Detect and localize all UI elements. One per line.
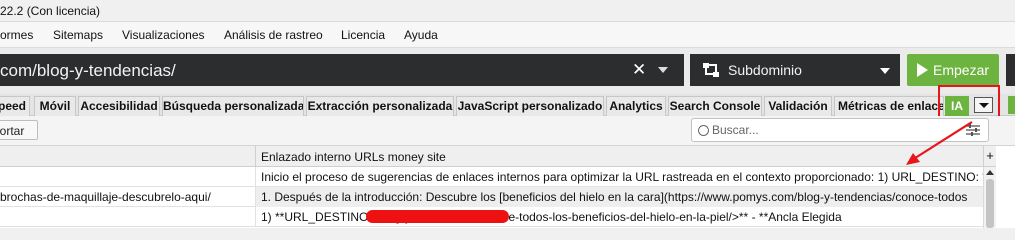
tab-accesibilidad[interactable]: Accesibilidad bbox=[78, 96, 160, 116]
scroll-up-icon[interactable] bbox=[986, 170, 994, 175]
url-input[interactable]: com/blog-y-tendencias/ ✕ bbox=[0, 54, 684, 86]
export-button[interactable]: portar bbox=[0, 120, 38, 140]
menu-item-informes[interactable]: ormes bbox=[0, 28, 33, 42]
close-icon[interactable]: ✕ bbox=[632, 60, 646, 80]
highlight-box bbox=[938, 85, 1000, 119]
stop-button-edge[interactable] bbox=[1006, 54, 1015, 86]
report-tab-bar: peed Móvil Accesibilidad Búsqueda person… bbox=[0, 94, 1015, 116]
tab-busqueda-personalizada[interactable]: Búsqueda personalizada bbox=[162, 96, 304, 116]
window-title: 22.2 (Con licencia) bbox=[0, 4, 101, 18]
tab-extraccion-personalizada[interactable]: Extracción personalizada bbox=[306, 96, 454, 116]
url-text[interactable]: com/blog-y-tendencias/ bbox=[0, 61, 176, 81]
start-button[interactable]: Empezar bbox=[907, 54, 999, 86]
crawl-mode-select[interactable]: Subdominio bbox=[690, 54, 900, 86]
redaction-mark bbox=[366, 210, 509, 223]
side-panel-tab[interactable] bbox=[1008, 96, 1015, 114]
tab-movil[interactable]: Móvil bbox=[34, 96, 76, 116]
tab-javascript-personalizado[interactable]: JavaScript personalizado bbox=[456, 96, 604, 116]
export-button-label: portar bbox=[0, 124, 25, 138]
tab-validacion[interactable]: Validación bbox=[764, 96, 832, 116]
menu-item-licencia[interactable]: Licencia bbox=[341, 28, 385, 42]
start-button-label: Empezar bbox=[933, 62, 990, 78]
table-cell: Inicio el proceso de sugerencias de enla… bbox=[256, 167, 983, 187]
window-titlebar: 22.2 (Con licencia) bbox=[0, 0, 1015, 22]
crawl-mode-label: Subdominio bbox=[728, 62, 802, 78]
menu-item-sitemaps[interactable]: Sitemaps bbox=[53, 28, 103, 42]
menu-bar: ormes Sitemaps Visualizaciones Análisis … bbox=[0, 22, 1015, 48]
url-toolbar: com/blog-y-tendencias/ ✕ Subdominio Empe… bbox=[0, 48, 1015, 94]
scrollbar-thumb[interactable] bbox=[986, 179, 994, 228]
menu-item-ayuda[interactable]: Ayuda bbox=[404, 28, 438, 42]
vertical-scrollbar[interactable] bbox=[983, 167, 996, 228]
table-cell-address: brochas-de-maquillaje-descubrelo-aqui/ bbox=[0, 187, 256, 207]
tab-analytics[interactable]: Analytics bbox=[606, 96, 666, 116]
table-cell: 1. Después de la introducción: Descubre … bbox=[256, 187, 983, 207]
menu-item-analisis[interactable]: Análisis de rastreo bbox=[224, 28, 323, 42]
table-cell-address bbox=[0, 167, 256, 187]
sitemap-icon bbox=[703, 63, 719, 77]
chevron-down-icon[interactable] bbox=[658, 67, 668, 73]
cell-text: Inicio el proceso de sugerencias de enla… bbox=[261, 170, 983, 184]
chevron-down-icon[interactable] bbox=[880, 68, 890, 74]
column-header-address[interactable] bbox=[0, 146, 256, 167]
table-row[interactable]: Inicio el proceso de sugerencias de enla… bbox=[0, 167, 983, 187]
table-cell-address bbox=[0, 207, 256, 227]
table-row[interactable]: brochas-de-maquillaje-descubrelo-aqui/ 1… bbox=[0, 187, 983, 207]
add-column-icon[interactable]: + bbox=[983, 146, 996, 167]
cell-text: 1. Después de la introducción: Descubre … bbox=[261, 190, 968, 204]
tab-metricas-enlace[interactable]: Métricas de enlace bbox=[834, 96, 944, 116]
play-icon bbox=[917, 63, 928, 77]
annotation-arrow-icon bbox=[906, 121, 973, 165]
cell-text: brochas-de-maquillaje-descubrelo-aqui/ bbox=[0, 190, 211, 204]
column-header-label: Enlazado interno URLs money site bbox=[261, 150, 446, 164]
cell-text: 1) **URL_DESTINO: /blog-y-tendencias/con… bbox=[261, 210, 842, 224]
column-header[interactable]: Enlazado interno URLs money site bbox=[256, 146, 983, 167]
tab-search-console[interactable]: Search Console bbox=[668, 96, 762, 116]
search-icon bbox=[698, 125, 709, 136]
tab-pagespeed[interactable]: peed bbox=[0, 96, 30, 116]
menu-item-visualizaciones[interactable]: Visualizaciones bbox=[122, 28, 205, 42]
